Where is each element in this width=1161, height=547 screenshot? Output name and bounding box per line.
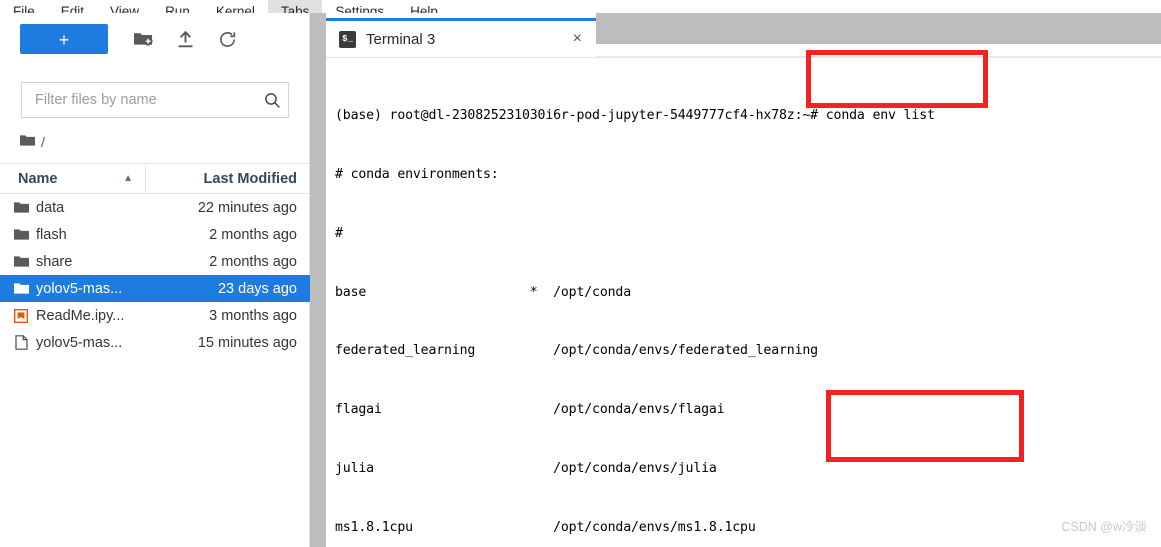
terminal-line: (base) root@dl-230825231030i6r-pod-jupyt… <box>335 108 935 124</box>
breadcrumb-path[interactable]: / <box>41 134 45 150</box>
notebook-icon <box>6 308 36 323</box>
list-item-modified: 23 days ago <box>217 280 297 297</box>
file-browser-scrollbar[interactable] <box>310 13 326 547</box>
folder-icon <box>6 201 36 214</box>
breadcrumb[interactable]: / <box>20 128 290 156</box>
list-item-name: share <box>36 253 73 270</box>
menu-item-file[interactable]: File <box>0 0 48 13</box>
menu-item-tabs[interactable]: Tabs <box>267 0 323 13</box>
terminal-text: (base) root@dl-230825231030i6r-pod-jupyt… <box>326 58 1161 547</box>
list-item-name: flash <box>36 226 67 243</box>
menu-item-kernel[interactable]: Kernel <box>203 0 268 13</box>
new-folder-icon[interactable] <box>126 24 160 54</box>
terminal-line: julia /opt/conda/envs/julia <box>335 460 717 476</box>
list-item[interactable]: yolov5-mas... 15 minutes ago <box>0 329 310 356</box>
list-item[interactable]: share 2 months ago <box>0 248 310 275</box>
list-item-modified: 2 months ago <box>209 253 297 270</box>
terminal-line: # <box>335 225 343 241</box>
close-icon[interactable]: × <box>573 31 582 47</box>
folder-icon <box>6 228 36 241</box>
file-list-header: Name ▲ Last Modified <box>0 164 310 194</box>
tab-terminal-3[interactable]: $_ Terminal 3 × <box>326 18 596 57</box>
filter-files-box[interactable] <box>21 82 289 118</box>
list-item[interactable]: ReadMe.ipy... 3 months ago <box>0 302 310 329</box>
menu-item-settings[interactable]: Settings <box>322 0 397 13</box>
terminal-line: ms1.8.1cpu /opt/conda/envs/ms1.8.1cpu <box>335 519 756 535</box>
menubar: File Edit View Run Kernel Tabs Settings … <box>0 0 1161 13</box>
filter-files-input[interactable] <box>33 83 256 117</box>
menu-item-run[interactable]: Run <box>152 0 203 13</box>
list-item-modified: 3 months ago <box>209 307 297 324</box>
refresh-icon[interactable] <box>210 24 244 54</box>
file-list: data 22 minutes ago flash 2 months ago s… <box>0 194 310 356</box>
search-icon[interactable] <box>256 84 288 116</box>
folder-icon <box>6 282 36 295</box>
file-icon <box>6 335 36 350</box>
sort-ascending-icon: ▲ <box>123 172 133 184</box>
tab-label: Terminal 3 <box>366 30 436 48</box>
tabbar: $_ Terminal 3 × <box>326 13 596 57</box>
list-item-modified: 22 minutes ago <box>197 199 297 216</box>
folder-icon <box>20 134 35 150</box>
list-item-name: yolov5-mas... <box>36 280 123 297</box>
menu-item-edit[interactable]: Edit <box>48 0 97 13</box>
terminal-line: # conda environments: <box>335 166 499 182</box>
folder-icon <box>6 255 36 268</box>
terminal-output-panel[interactable]: (base) root@dl-230825231030i6r-pod-jupyt… <box>326 58 1161 547</box>
list-item-name: yolov5-mas... <box>36 334 123 351</box>
list-item-selected[interactable]: yolov5-mas... 23 days ago <box>0 275 310 302</box>
menu-item-help[interactable]: Help <box>397 0 451 13</box>
watermark: CSDN @w冷淡 <box>1061 520 1147 534</box>
terminal-line: federated_learning /opt/conda/envs/feder… <box>335 343 818 359</box>
column-header-name-label: Name <box>18 170 58 187</box>
terminal-icon: $_ <box>339 30 356 48</box>
list-item[interactable]: data 22 minutes ago <box>0 194 310 221</box>
terminal-line: flagai /opt/conda/envs/flagai <box>335 402 725 418</box>
list-item-name: data <box>36 199 65 216</box>
list-item-name: ReadMe.ipy... <box>36 307 125 324</box>
file-browser-toolbar: + <box>0 13 310 65</box>
list-item[interactable]: flash 2 months ago <box>0 221 310 248</box>
column-header-last-modified[interactable]: Last Modified <box>146 171 310 187</box>
upload-icon[interactable] <box>168 24 202 54</box>
menu-item-view[interactable]: View <box>97 0 152 13</box>
file-browser-panel: + Filter files by name / Name ▲ Last Mod… <box>0 13 310 547</box>
new-launcher-button[interactable]: + <box>20 24 108 54</box>
list-item-modified: 2 months ago <box>209 226 297 243</box>
column-header-name[interactable]: Name ▲ <box>0 164 146 193</box>
list-item-modified: 15 minutes ago <box>197 334 297 351</box>
terminal-line: base * /opt/conda <box>335 284 632 300</box>
